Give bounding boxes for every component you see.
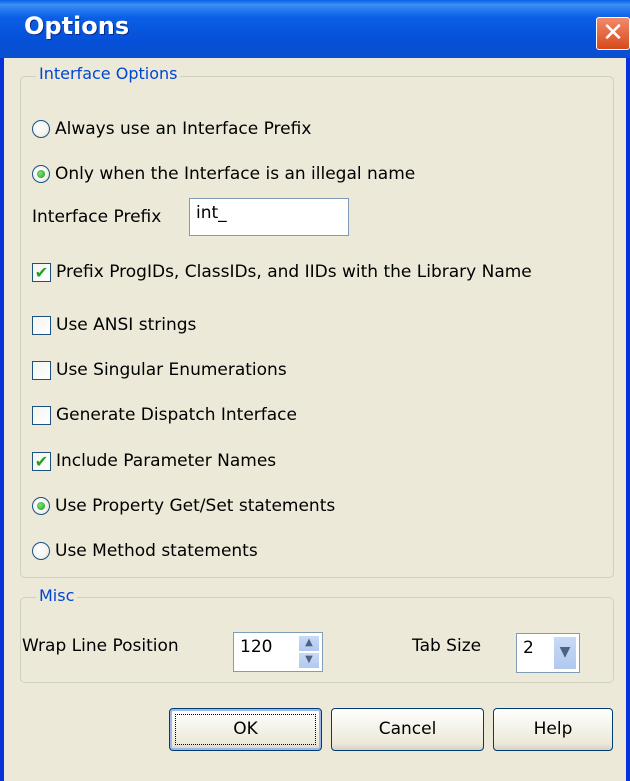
interface-prefix-value: int_ xyxy=(196,203,227,223)
param-names-checkbox[interactable]: ✔ Include Parameter Names xyxy=(32,451,276,471)
ok-button[interactable]: OK xyxy=(169,708,322,751)
prefix-ids-checkbox[interactable]: ✔ Prefix ProgIDs, ClassIDs, and IIDs wit… xyxy=(32,262,532,282)
method-statements-radio[interactable]: Use Method statements xyxy=(32,541,258,561)
spin-buttons: ▲ ▼ xyxy=(298,635,320,669)
checkmark-icon: ✔ xyxy=(32,262,51,282)
prefix-ids-label: Prefix ProgIDs, ClassIDs, and IIDs with … xyxy=(56,262,532,282)
always-prefix-label: Always use an Interface Prefix xyxy=(55,119,312,139)
close-icon: ✕ xyxy=(602,18,624,48)
singular-enums-label: Use Singular Enumerations xyxy=(56,360,287,380)
method-statements-label: Use Method statements xyxy=(55,541,258,561)
focus-rect xyxy=(175,714,316,745)
wrap-line-label: Wrap Line Position xyxy=(22,636,179,656)
dispatch-interface-checkbox[interactable]: Generate Dispatch Interface xyxy=(32,405,297,425)
property-getset-label: Use Property Get/Set statements xyxy=(55,496,336,516)
cancel-button[interactable]: Cancel xyxy=(331,708,484,751)
checkmark-icon: ✔ xyxy=(32,451,51,471)
radio-circle xyxy=(32,120,50,138)
window-title: Options xyxy=(24,12,130,40)
ansi-strings-label: Use ANSI strings xyxy=(56,315,197,335)
always-prefix-radio[interactable]: Always use an Interface Prefix xyxy=(32,119,311,139)
tab-size-label: Tab Size xyxy=(412,636,482,656)
interface-prefix-label: Interface Prefix xyxy=(32,207,162,227)
only-illegal-label: Only when the Interface is an illegal na… xyxy=(55,164,416,184)
param-names-label: Include Parameter Names xyxy=(56,451,277,471)
radio-circle-selected xyxy=(32,497,50,515)
tab-size-value: 2 xyxy=(523,638,534,658)
radio-circle xyxy=(32,542,50,560)
checkbox-box xyxy=(32,360,51,380)
property-getset-radio[interactable]: Use Property Get/Set statements xyxy=(32,496,335,516)
cancel-label: Cancel xyxy=(378,719,437,739)
title-bar[interactable]: Options ✕ xyxy=(0,0,630,58)
checkbox-box xyxy=(32,315,51,335)
close-button[interactable]: ✕ xyxy=(596,17,630,50)
help-button[interactable]: Help xyxy=(493,708,613,751)
interface-prefix-input[interactable]: int_ xyxy=(189,198,349,236)
only-illegal-radio[interactable]: Only when the Interface is an illegal na… xyxy=(32,164,415,184)
interface-options-legend: Interface Options xyxy=(36,64,181,83)
help-label: Help xyxy=(533,719,573,739)
checkbox-box xyxy=(32,405,51,425)
ansi-strings-checkbox[interactable]: Use ANSI strings xyxy=(32,315,196,335)
tab-size-dropdown[interactable]: 2 ▼ xyxy=(516,633,580,673)
chevron-down-icon[interactable]: ▼ xyxy=(553,636,577,670)
singular-enums-checkbox[interactable]: Use Singular Enumerations xyxy=(32,360,287,380)
misc-legend: Misc xyxy=(36,586,78,605)
dispatch-interface-label: Generate Dispatch Interface xyxy=(56,405,297,425)
spin-down-icon[interactable]: ▼ xyxy=(298,652,320,669)
wrap-line-spinner[interactable]: 120 ▲ ▼ xyxy=(233,632,323,672)
options-dialog: Options ✕ Interface Options Always use a… xyxy=(0,0,630,781)
spin-up-icon[interactable]: ▲ xyxy=(298,635,320,652)
radio-circle-selected xyxy=(32,165,50,183)
wrap-line-value: 120 xyxy=(240,637,273,657)
